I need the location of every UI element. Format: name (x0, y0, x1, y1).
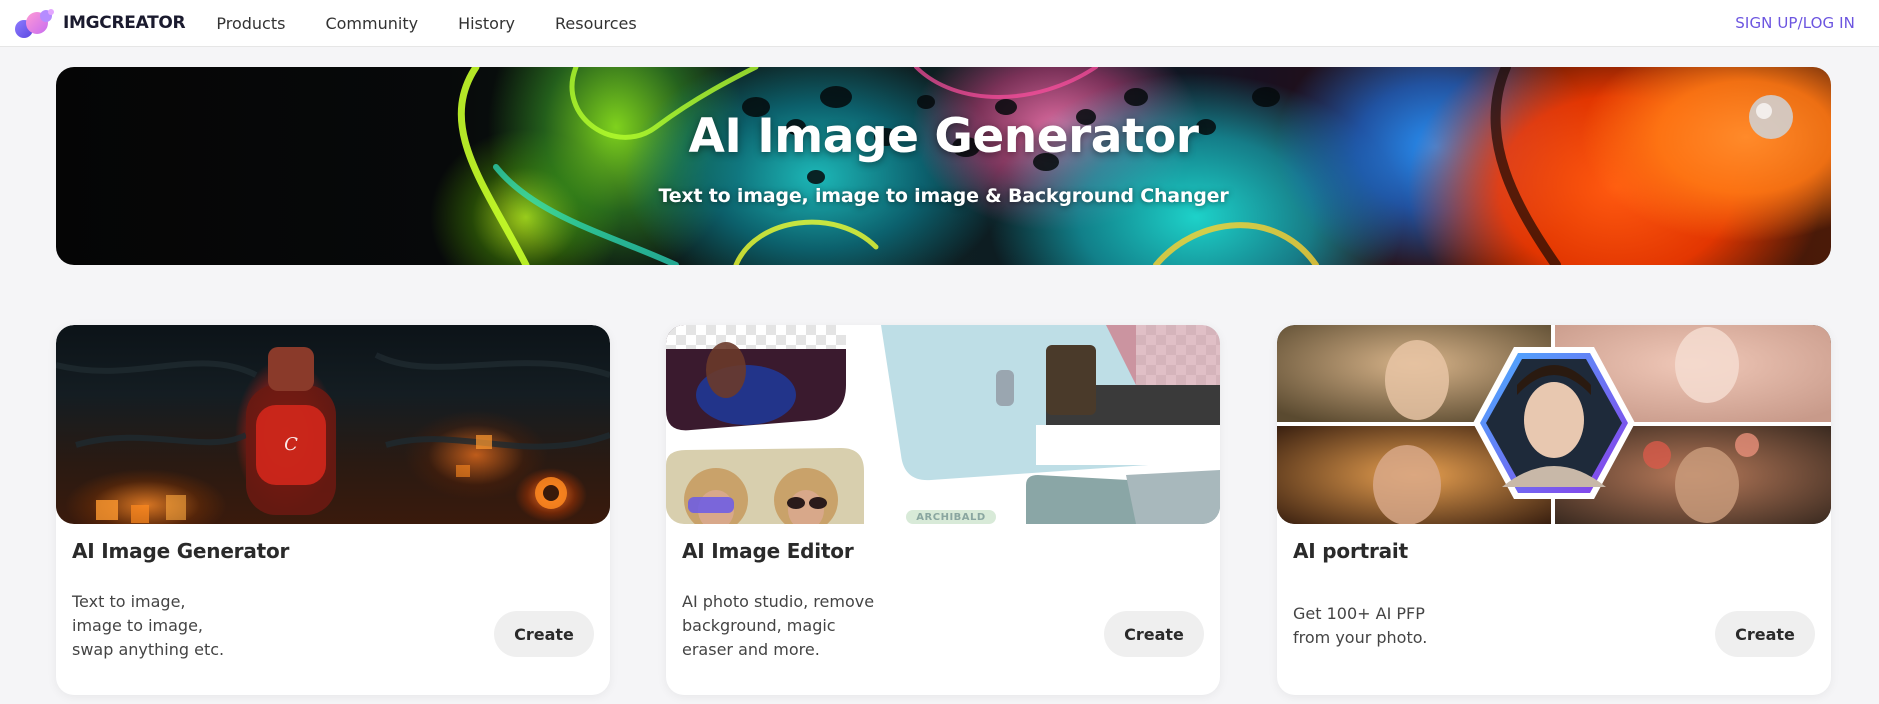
card-ai-image-editor[interactable]: ARCHIBALD AI Image Editor AI photo studi… (666, 325, 1220, 695)
card-ai-portrait[interactable]: AI portrait Get 100+ AI PFP from your ph… (1277, 325, 1831, 695)
collage-caption-text: ARCHIBALD (916, 512, 986, 523)
create-button[interactable]: Create (494, 611, 594, 657)
logo-text: IMGCREATOR (63, 13, 186, 33)
card-description-line: Get 100+ AI PFP (1293, 604, 1425, 623)
sign-up-login-link[interactable]: SIGN UP/LOG IN (1735, 14, 1855, 32)
create-button[interactable]: Create (1715, 611, 1815, 657)
hero-background-art (457, 67, 1793, 265)
hero-banner: AI Image Generator Text to image, image … (56, 67, 1831, 265)
logo[interactable]: IMGCREATOR (11, 0, 186, 46)
editor-collage-illustration (666, 325, 1220, 524)
nav-link-history[interactable]: History (458, 14, 515, 33)
card-ai-image-generator[interactable]: C AI Image Generator Text to image, imag… (56, 325, 610, 695)
card-description-line: eraser and more. (682, 640, 820, 659)
card-title: AI Image Generator (72, 539, 290, 563)
card-description-line: from your photo. (1293, 628, 1428, 647)
hero-subtitle: Text to image, image to image & Backgrou… (658, 185, 1229, 207)
logo-icon (15, 9, 54, 38)
card-description-line: Text to image, (72, 592, 186, 611)
card-description-line: image to image, (72, 616, 203, 635)
nav-link-resources[interactable]: Resources (555, 14, 637, 33)
nav-links: Products Community History Resources (216, 14, 676, 33)
nav-link-products[interactable]: Products (216, 14, 285, 33)
cola-bottle-illustration: C (56, 347, 610, 523)
portrait-grid-illustration (1277, 325, 1831, 524)
card-description-line: AI photo studio, remove (682, 592, 875, 611)
card-description: Text to image, image to image, swap anyt… (72, 590, 312, 662)
card-image-portrait-grid (1277, 325, 1831, 524)
svg-text:C: C (284, 434, 298, 455)
card-description-line: background, magic (682, 616, 836, 635)
card-description: AI photo studio, remove background, magi… (682, 590, 922, 662)
card-description-line: swap anything etc. (72, 640, 225, 659)
hero-title: AI Image Generator (688, 109, 1199, 164)
card-title: AI portrait (1293, 539, 1408, 563)
card-image-cola-bottle: C (56, 325, 610, 524)
create-button[interactable]: Create (1104, 611, 1204, 657)
card-description: Get 100+ AI PFP from your photo. (1293, 602, 1533, 650)
card-image-editor-collage: ARCHIBALD (666, 325, 1220, 524)
card-title: AI Image Editor (682, 539, 854, 563)
nav-link-community[interactable]: Community (325, 14, 418, 33)
top-navbar: IMGCREATOR Products Community History Re… (0, 0, 1879, 47)
